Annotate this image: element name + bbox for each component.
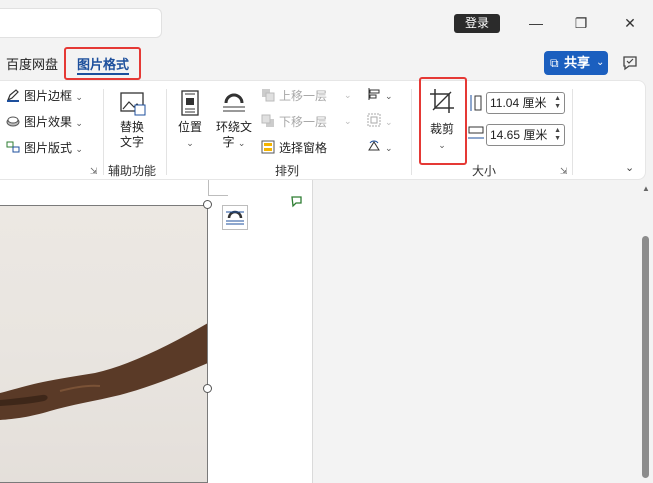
picture-layout-button[interactable]: 图片版式 ⌄ bbox=[6, 139, 83, 156]
alt-text-icon bbox=[120, 92, 146, 116]
selection-pane-label: 选择窗格 bbox=[279, 141, 328, 155]
vertical-scrollbar[interactable]: ▲ bbox=[640, 180, 653, 483]
position-label: 位置 bbox=[177, 120, 202, 134]
margin-guide bbox=[208, 195, 228, 196]
size-dialog-launcher-icon[interactable]: ⇲ bbox=[560, 166, 568, 177]
send-backward-chevron-icon[interactable]: ⌄ bbox=[344, 113, 352, 127]
height-icon bbox=[467, 94, 483, 115]
picture-border-button[interactable]: 图片边框 ⌄ bbox=[6, 87, 83, 104]
align-icon bbox=[368, 88, 380, 100]
wrap-text-button[interactable]: 环绕文 字 ⌄ bbox=[214, 89, 254, 151]
layout-options-icon bbox=[226, 210, 244, 225]
align-button[interactable]: ⌄ bbox=[367, 87, 393, 102]
rotate-button[interactable]: ⌄ bbox=[367, 139, 393, 154]
selection-pane-icon bbox=[261, 140, 275, 154]
selection-pane-button[interactable]: 选择窗格 bbox=[261, 139, 327, 156]
collapse-ribbon-chevron-icon[interactable]: ⌄ bbox=[625, 161, 634, 174]
group-icon bbox=[367, 113, 381, 127]
height-input[interactable]: 11.04 厘米 ▲ ▼ bbox=[486, 92, 565, 114]
send-backward-button[interactable]: 下移一层 bbox=[261, 113, 327, 130]
group-objects-button[interactable]: ⌄ bbox=[367, 113, 393, 128]
document-page[interactable] bbox=[0, 180, 313, 483]
send-backward-icon bbox=[261, 114, 274, 127]
width-value: 14.65 厘米 bbox=[490, 128, 548, 142]
group-separator bbox=[411, 89, 412, 175]
height-spinner-icon[interactable]: ▲ ▼ bbox=[554, 95, 561, 111]
document-area bbox=[0, 180, 640, 483]
group-separator bbox=[166, 89, 167, 175]
resize-handle-top-right[interactable] bbox=[203, 200, 212, 209]
crop-highlight-box bbox=[419, 77, 467, 165]
comment-icon[interactable] bbox=[620, 54, 640, 74]
alt-text-label-2: 文字 bbox=[119, 135, 144, 149]
restore-icon[interactable]: ❐ bbox=[571, 13, 591, 33]
share-button[interactable]: ⧉ 共享 ⌄ bbox=[544, 51, 608, 75]
search-box[interactable] bbox=[0, 8, 162, 38]
ribbon-panel: 图片边框 ⌄ 图片效果 ⌄ 图片版式 ⌄ ⇲ 替换 文字 辅助功能 位置 ⌄ 环绕… bbox=[0, 77, 646, 180]
close-icon[interactable]: ✕ bbox=[620, 13, 640, 33]
chevron-down-icon: ⌄ bbox=[596, 57, 605, 68]
layout-options-button[interactable] bbox=[222, 205, 248, 230]
share-icon: ⧉ bbox=[550, 56, 559, 70]
picture-effects-button[interactable]: 图片效果 ⌄ bbox=[6, 113, 83, 130]
scrollbar-thumb[interactable] bbox=[642, 236, 649, 478]
selection-frame bbox=[0, 205, 208, 483]
effects-icon bbox=[6, 116, 20, 127]
height-value: 11.04 厘米 bbox=[490, 96, 547, 110]
bring-forward-button[interactable]: 上移一层 bbox=[261, 87, 327, 104]
login-button[interactable]: 登录 bbox=[454, 14, 500, 33]
wrap-text-icon bbox=[223, 93, 245, 112]
width-icon bbox=[467, 126, 485, 145]
size-group-label: 大小 bbox=[472, 164, 497, 178]
picture-effects-label: 图片效果 bbox=[24, 115, 73, 129]
group-separator bbox=[103, 89, 104, 175]
wrap-text-label-1: 环绕文 bbox=[215, 120, 252, 134]
arrange-group-label: 排列 bbox=[275, 164, 300, 178]
layout-icon bbox=[6, 141, 20, 153]
alt-text-button[interactable]: 替换 文字 bbox=[114, 89, 150, 150]
minimize-icon[interactable]: — bbox=[526, 13, 546, 33]
share-label: 共享 bbox=[564, 55, 591, 70]
bring-forward-chevron-icon[interactable]: ⌄ bbox=[344, 87, 352, 101]
send-backward-label: 下移一层 bbox=[279, 115, 328, 129]
alt-text-label-1: 替换 bbox=[119, 120, 144, 134]
scroll-up-icon[interactable]: ▲ bbox=[642, 184, 650, 193]
picture-layout-label: 图片版式 bbox=[24, 141, 73, 155]
margin-guide bbox=[208, 180, 209, 195]
width-spinner-icon[interactable]: ▲ ▼ bbox=[554, 127, 561, 143]
title-bar: 登录 — ❐ ✕ bbox=[0, 0, 653, 46]
wrap-text-label-2: 字 bbox=[222, 135, 235, 149]
ribbon-tabs: 百度网盘 图片格式 ⧉ 共享 ⌄ bbox=[0, 46, 653, 80]
picture-border-label: 图片边框 bbox=[24, 89, 73, 103]
resize-handle-right[interactable] bbox=[203, 384, 212, 393]
group-separator bbox=[572, 89, 573, 175]
bring-forward-label: 上移一层 bbox=[279, 89, 328, 103]
tab-baidu-netdisk[interactable]: 百度网盘 bbox=[6, 54, 58, 73]
adjust-dialog-launcher-icon[interactable]: ⇲ bbox=[90, 166, 98, 177]
bring-forward-icon bbox=[262, 89, 275, 102]
accessibility-group-label: 辅助功能 bbox=[108, 164, 157, 178]
position-icon bbox=[181, 90, 199, 116]
tab-highlight-box bbox=[64, 47, 141, 80]
pen-icon bbox=[6, 89, 19, 102]
rotate-icon bbox=[368, 140, 380, 151]
width-input[interactable]: 14.65 厘米 ▲ ▼ bbox=[486, 124, 565, 146]
position-button[interactable]: 位置 ⌄ bbox=[174, 89, 206, 151]
anchor-icon[interactable] bbox=[290, 195, 304, 212]
